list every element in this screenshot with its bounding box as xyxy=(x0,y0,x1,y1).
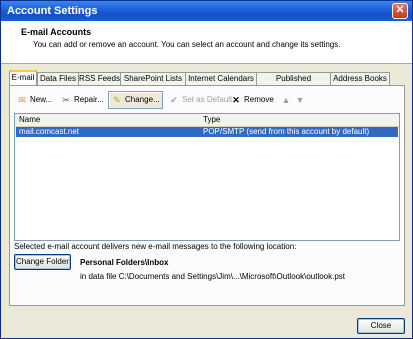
repair-button[interactable]: ✂ Repair... xyxy=(60,92,104,108)
title-bar[interactable]: Account Settings ✕ xyxy=(1,1,412,21)
move-up-button[interactable]: ▲ xyxy=(280,92,294,108)
remove-label: Remove xyxy=(244,95,274,104)
tab-published-calendars[interactable]: Published Calendars xyxy=(256,72,331,95)
down-arrow-icon: ▼ xyxy=(295,94,305,105)
change-label: Change... xyxy=(125,95,160,104)
set-default-button[interactable]: ✔ Set as Default xyxy=(168,92,232,108)
new-button[interactable]: ✉ New... xyxy=(16,92,52,108)
change-folder-button[interactable]: Change Folder xyxy=(14,254,71,270)
dialog-header: E-mail Accounts You can add or remove an… xyxy=(1,21,412,64)
set-default-label: Set as Default xyxy=(182,95,233,104)
repair-icon: ✂ xyxy=(62,94,70,105)
email-tab-panel: ✉ New... ✂ Repair... ✎ Change... ✔ Set as De… xyxy=(9,85,405,306)
tab-email[interactable]: E-mail xyxy=(9,70,37,86)
accounts-list-header: Name Type xyxy=(15,114,399,127)
check-circle-icon: ✔ xyxy=(170,94,178,105)
account-settings-window: Account Settings ✕ E-mail Accounts You c… xyxy=(0,0,413,339)
tab-rss-feeds[interactable]: RSS Feeds xyxy=(78,72,121,85)
remove-button[interactable]: ✕ Remove xyxy=(230,92,274,108)
header-title: E-mail Accounts xyxy=(21,27,92,37)
tab-data-files[interactable]: Data Files xyxy=(37,72,79,85)
accounts-list[interactable]: Name Type mail.comcast.net POP/SMTP (sen… xyxy=(14,113,400,241)
data-file-path: in data file C:\Documents and Settings\J… xyxy=(80,272,346,281)
tab-internet-calendars[interactable]: Internet Calendars xyxy=(185,72,257,85)
header-subtitle: You can add or remove an account. You ca… xyxy=(33,40,341,49)
up-arrow-icon: ▲ xyxy=(281,94,291,105)
window-title: Account Settings xyxy=(7,5,98,17)
delivery-description: Selected e-mail account delivers new e-m… xyxy=(14,242,297,251)
tab-sharepoint-lists[interactable]: SharePoint Lists xyxy=(120,72,186,85)
move-down-button[interactable]: ▼ xyxy=(294,92,308,108)
account-row[interactable]: mail.comcast.net POP/SMTP (send from thi… xyxy=(16,127,398,137)
change-button[interactable]: ✎ Change... xyxy=(108,91,163,109)
close-button[interactable]: Close xyxy=(357,318,405,334)
repair-label: Repair... xyxy=(74,95,104,104)
change-icon: ✎ xyxy=(113,94,121,105)
account-type: POP/SMTP (send from this account by defa… xyxy=(203,127,370,136)
column-header-name[interactable]: Name xyxy=(19,115,40,124)
delivery-folder: Personal Folders\Inbox xyxy=(80,258,169,267)
new-account-icon: ✉ xyxy=(18,94,26,105)
tab-address-books[interactable]: Address Books xyxy=(330,72,390,85)
window-close-icon[interactable]: ✕ xyxy=(392,3,408,19)
remove-x-icon: ✕ xyxy=(232,94,240,105)
account-name: mail.comcast.net xyxy=(19,127,80,136)
new-label: New... xyxy=(30,95,53,104)
column-header-type[interactable]: Type xyxy=(203,115,220,124)
